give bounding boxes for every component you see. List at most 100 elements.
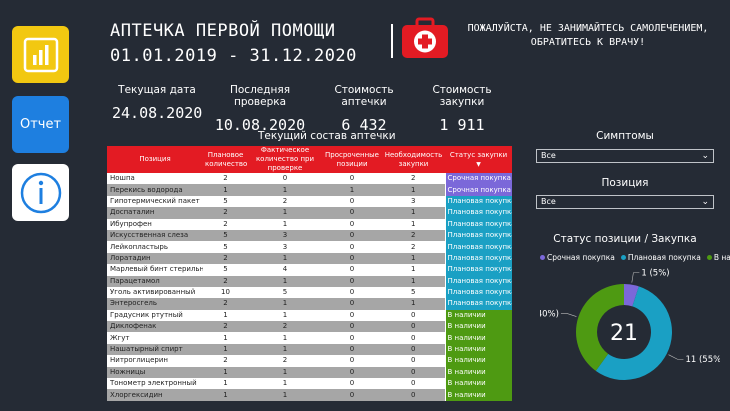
value-cell: 0 <box>322 264 382 276</box>
table-row[interactable]: Искусственная слеза 5 3 0 2 Плановая покупка <box>107 229 512 242</box>
donut-center-value: 21 <box>610 321 638 346</box>
item-name-cell: Перекись водорода <box>107 184 203 196</box>
status-cell: Плановая покупка <box>444 195 512 208</box>
table-row[interactable]: Энтеросгель 2 1 0 1 Плановая покупка <box>107 298 512 310</box>
legend-item[interactable]: В наличии <box>706 253 730 262</box>
table-row[interactable]: Лоратадин 2 1 0 1 Плановая покупка <box>107 252 512 265</box>
value-cell: 1 <box>248 218 322 230</box>
table-row[interactable]: Градусник ртутный 1 1 0 0 В наличии <box>107 309 512 322</box>
value-cell: 0 <box>322 173 382 185</box>
table-row[interactable]: Гипотермический пакет 5 2 0 3 Плановая покупк… <box>107 195 512 208</box>
item-name-cell: Гипотермический пакет <box>107 195 203 208</box>
value-cell: 2 <box>382 241 445 253</box>
table-row[interactable]: Парацетамол 2 1 0 1 Плановая покупка <box>107 275 512 287</box>
table-row[interactable]: Ибупрофен 2 1 0 1 Плановая покупка <box>107 218 512 230</box>
status-cell: Плановая покупка <box>444 207 512 219</box>
item-name-cell: Энтеросгель <box>107 298 203 310</box>
table-row[interactable]: Перекись водорода 1 1 1 1 Срочная покупка <box>107 184 512 196</box>
table-header-row: Позиция Плановое количество Фактическое … <box>107 146 512 173</box>
table-row[interactable]: Ношпа 2 0 0 2 Срочная покупка <box>107 173 512 185</box>
table-row[interactable]: Марлевый бинт стерильный5401Плановая пок… <box>107 264 512 276</box>
value-cell: 1 <box>203 366 248 379</box>
item-name-cell: Нитроглицерин <box>107 355 203 367</box>
value-cell: 2 <box>248 321 322 333</box>
value-cell: 2 <box>203 275 248 287</box>
table-title: Текущий состав аптечки <box>258 130 396 142</box>
kpi-kit-cost: Стоимость аптечки 6 432 <box>316 84 412 134</box>
value-cell: 3 <box>248 229 322 242</box>
item-name-cell: Жгут <box>107 332 203 344</box>
kpi-last-check: Последняя проверка 10.08.2020 <box>208 84 312 134</box>
column-header[interactable]: Позиция <box>107 146 203 173</box>
table-row[interactable]: Нашатырный спирт 1 1 0 0 В наличии <box>107 343 512 356</box>
status-cell: Плановая покупка <box>444 229 512 242</box>
column-header-sorted[interactable]: Статус закупки ▼ <box>445 146 512 173</box>
page-title-dates: 01.01.2019 - 31.12.2020 <box>110 46 357 66</box>
value-cell: 5 <box>203 195 248 208</box>
status-cell: В наличии <box>444 309 512 322</box>
column-header[interactable]: Плановое количество <box>203 146 248 173</box>
value-cell: 1 <box>382 252 445 265</box>
value-cell: 0 <box>322 207 382 219</box>
table-row[interactable]: Уголь активированный 10 5 0 5 Плановая покупк… <box>107 286 512 299</box>
legend-item[interactable]: Срочная покупка <box>540 253 615 262</box>
item-name-cell: Ношпа <box>107 173 203 185</box>
data-label: 11 (55%) <box>685 355 720 365</box>
value-cell: 0 <box>382 321 445 333</box>
item-name-cell: Лейкопластырь <box>107 241 203 253</box>
table-row[interactable]: Тонометр электронный 1 1 0 0 В наличии <box>107 378 512 390</box>
kpi-label: Текущая дата <box>118 84 196 96</box>
value-cell: 1 <box>382 184 445 196</box>
table-row[interactable]: Лейкопластырь 5 3 0 2 Плановая покупка <box>107 241 512 253</box>
table-row[interactable]: Диклофенак 2 2 0 0 В наличии <box>107 321 512 333</box>
value-cell: 0 <box>382 355 445 367</box>
value-cell: 2 <box>203 298 248 310</box>
value-cell: 1 <box>248 184 322 196</box>
status-cell: Срочная покупка <box>444 184 512 196</box>
position-dropdown-value: Все <box>541 197 556 206</box>
value-cell: 1 <box>248 309 322 322</box>
legend-dot <box>540 255 545 260</box>
position-filter-title: Позиция <box>601 177 649 189</box>
symptoms-dropdown-value: Все <box>541 151 556 160</box>
value-cell: 1 <box>322 184 382 196</box>
value-cell: 1 <box>382 207 445 219</box>
symptoms-dropdown[interactable]: Все ⌄ <box>536 149 714 163</box>
powerbi-icon <box>23 37 58 72</box>
item-name-cell: Уголь активированный <box>107 286 203 299</box>
info-button[interactable] <box>12 164 69 221</box>
status-cell: В наличии <box>444 378 512 390</box>
position-dropdown[interactable]: Все ⌄ <box>536 195 714 209</box>
value-cell: 0 <box>322 355 382 367</box>
page-title: АПТЕЧКА ПЕРВОЙ ПОМОЩИ 01.01.2019 - 31.12… <box>110 20 357 67</box>
kpi-label: Последняя проверка <box>229 84 291 108</box>
kpi-label: Стоимость закупки <box>432 84 492 108</box>
value-cell: 0 <box>382 309 445 322</box>
powerbi-tile[interactable] <box>12 26 69 83</box>
value-cell: 1 <box>248 343 322 356</box>
value-cell: 0 <box>322 309 382 322</box>
value-cell: 1 <box>248 332 322 344</box>
legend-item[interactable]: Плановая покупка <box>620 253 701 262</box>
value-cell: 1 <box>248 207 322 219</box>
warning-line2: ОБРАТИТЕСЬ К ВРАЧУ! <box>530 37 646 48</box>
value-cell: 0 <box>322 252 382 265</box>
status-cell: В наличии <box>444 366 512 379</box>
value-cell: 3 <box>248 241 322 253</box>
report-button[interactable]: Отчет <box>12 96 69 153</box>
value-cell: 1 <box>203 332 248 344</box>
item-name-cell: Доспаталин <box>107 207 203 219</box>
column-header[interactable]: Фактическое количество при проверке <box>248 146 322 173</box>
column-header[interactable]: Просроченные позиции <box>322 146 382 173</box>
table-row[interactable]: Хлоргексидин 1 1 0 0 В наличии <box>107 389 512 401</box>
status-cell: Плановая покупка <box>444 241 512 253</box>
report-label: Отчет <box>19 117 62 132</box>
table-row[interactable]: Нитроглицерин 2 2 0 0 В наличии <box>107 355 512 367</box>
table-row[interactable]: Жгут 1 1 0 0 В наличии <box>107 332 512 344</box>
value-cell: 1 <box>203 378 248 390</box>
table-row[interactable]: Доспаталин 2 1 0 1 Плановая покупка <box>107 207 512 219</box>
info-icon <box>20 172 61 213</box>
column-header[interactable]: Необходимость закупки <box>382 146 445 173</box>
table-row[interactable]: Ножницы 1 1 0 0 В наличии <box>107 366 512 379</box>
value-cell: 1 <box>382 275 445 287</box>
